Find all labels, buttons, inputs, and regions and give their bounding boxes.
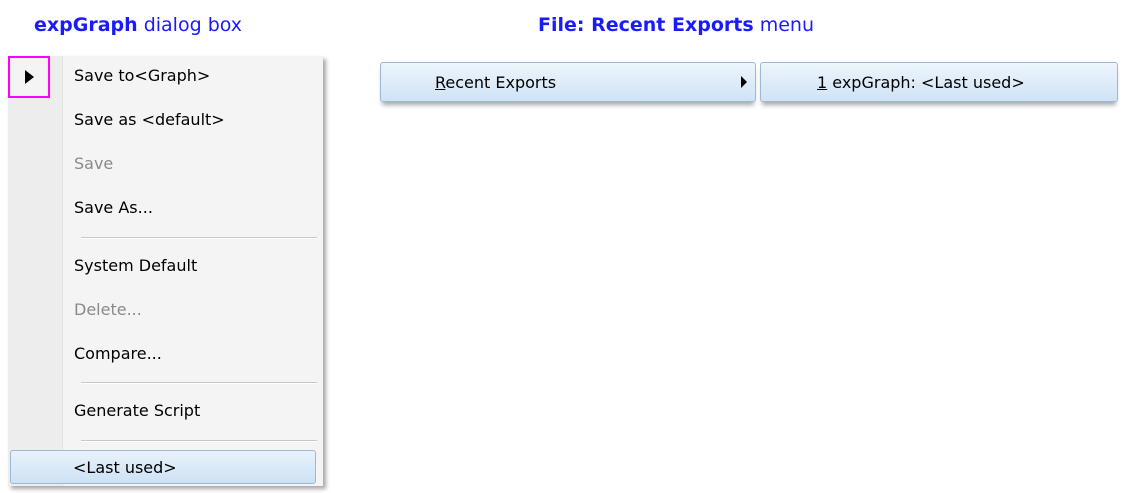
menu-gutter [8, 56, 63, 486]
recent-export-item-label: 1 expGraph: <Last used> [817, 72, 1025, 92]
menu-separator [81, 440, 317, 442]
menu-heading: File: Recent Exports menu [538, 14, 814, 36]
menu-item-delete: Delete... [74, 300, 142, 319]
menu-item-save-as[interactable]: Save As... [74, 198, 153, 217]
menu-item-save-to-graph[interactable]: Save to<Graph> [74, 66, 210, 85]
menu-item-last-used[interactable]: <Last used> [10, 450, 316, 484]
menu-item-save-as-default[interactable]: Save as <default> [74, 110, 225, 129]
menu-heading-rest: menu [759, 14, 814, 36]
theme-menu-arrow-button[interactable] [8, 56, 50, 98]
dialog-heading: expGraph dialog box [34, 14, 242, 36]
menu-separator [81, 382, 317, 384]
menu-item-save: Save [74, 154, 114, 173]
recent-exports-menu-item[interactable]: Recent Exports [380, 62, 756, 102]
recent-export-item-1[interactable]: 1 expGraph: <Last used> [760, 62, 1118, 102]
submenu-arrow-icon [741, 76, 747, 88]
menu-item-compare[interactable]: Compare... [74, 344, 162, 363]
menu-separator [81, 237, 317, 239]
right-arrow-icon [24, 70, 34, 84]
dialog-heading-bold: expGraph [34, 14, 138, 36]
dialog-theme-menu: Save to<Graph> Save as <default> Save Sa… [8, 56, 323, 486]
menu-item-system-default[interactable]: System Default [74, 256, 197, 275]
menu-heading-bold: File: Recent Exports [538, 14, 754, 36]
menu-item-generate-script[interactable]: Generate Script [74, 401, 200, 420]
recent-exports-label: Recent Exports [435, 72, 557, 92]
dialog-heading-rest: dialog box [143, 14, 243, 36]
